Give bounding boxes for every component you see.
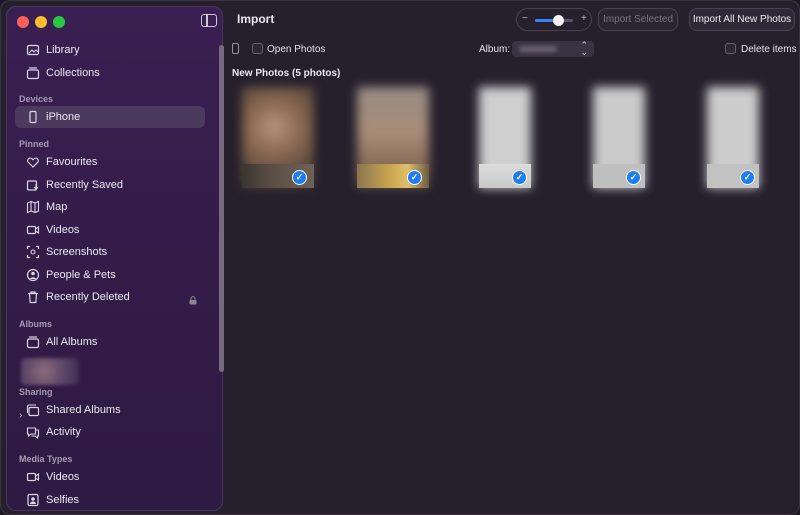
sidebar-item-iphone[interactable]: iPhone: [15, 106, 205, 128]
sidebar-item-label: Recently Saved: [46, 179, 124, 191]
section-header-albums: Albums: [19, 319, 53, 329]
photo-thumbnail[interactable]: ✓: [242, 87, 314, 188]
page-title: Import: [237, 12, 275, 26]
zoom-window-button[interactable]: [53, 16, 65, 28]
sidebar-item-label: Videos: [46, 471, 80, 483]
section-header-pinned: Pinned: [19, 139, 50, 149]
album-select[interactable]: ⌃ ⌄: [512, 41, 594, 57]
album-select-value: [519, 46, 557, 52]
open-photos-label: Open Photos: [267, 44, 326, 55]
section-header-sharing: Sharing: [19, 387, 53, 397]
sidebar-item-library[interactable]: Library: [15, 39, 205, 61]
map-icon: [26, 200, 40, 214]
screenshot-icon: [26, 245, 40, 259]
video-icon: [26, 470, 40, 484]
device-icon: [232, 43, 239, 54]
delete-items-checkbox[interactable]: [725, 43, 736, 54]
sidebar-item-label: Favourites: [46, 156, 98, 168]
import-window: Library Collections Devices iPhone Pinne…: [0, 0, 800, 515]
sidebar-item-label: Library: [46, 44, 80, 56]
photo-library-icon: [26, 43, 40, 57]
sidebar-item-selfies[interactable]: Selfies: [15, 489, 205, 511]
photo-thumbnail[interactable]: ✓: [593, 87, 645, 188]
video-icon: [26, 223, 40, 237]
section-header-devices: Devices: [19, 94, 54, 104]
photo-thumbnail[interactable]: ✓: [707, 87, 759, 188]
sidebar-item-label: Videos: [46, 224, 80, 236]
photo-thumbnail[interactable]: ✓: [357, 87, 429, 188]
zoom-out-icon[interactable]: −: [522, 13, 528, 24]
zoom-in-icon[interactable]: +: [581, 13, 587, 24]
slider-track[interactable]: [535, 15, 573, 26]
recently-saved-icon: [26, 178, 40, 192]
minimize-window-button[interactable]: [35, 16, 47, 28]
import-selected-button[interactable]: Import Selected: [598, 8, 678, 31]
chevron-up-down-icon: ⌃ ⌄: [580, 40, 588, 57]
blurred-album-item[interactable]: [21, 358, 79, 385]
sidebar-item-videos[interactable]: Videos: [15, 219, 205, 241]
sidebar-item-collections[interactable]: Collections: [15, 62, 205, 84]
sidebar-item-shared-albums[interactable]: Shared Albums: [15, 399, 205, 421]
person-icon: [26, 268, 40, 282]
sidebar-item-label: Shared Albums: [46, 404, 121, 416]
thumbnail-size-slider[interactable]: − +: [516, 8, 592, 31]
sidebar-toggle-icon[interactable]: [201, 14, 217, 27]
albums-icon: [26, 335, 40, 349]
sidebar-item-recently-deleted[interactable]: Recently Deleted: [15, 286, 205, 308]
sidebar-item-label: Recently Deleted: [46, 291, 130, 303]
activity-icon: [26, 425, 40, 439]
heart-icon: [26, 155, 40, 169]
sidebar-item-media-videos[interactable]: Videos: [15, 466, 205, 488]
sidebar-scrollbar[interactable]: [219, 45, 224, 372]
sidebar: Library Collections Devices iPhone Pinne…: [6, 6, 224, 511]
lock-icon: [189, 296, 197, 305]
shared-albums-icon: [26, 403, 40, 417]
selected-checkmark-icon[interactable]: ✓: [407, 170, 422, 185]
sidebar-item-label: Screenshots: [46, 246, 108, 258]
sidebar-item-label: People & Pets: [46, 269, 116, 281]
sidebar-item-recently-saved[interactable]: Recently Saved: [15, 174, 205, 196]
selected-checkmark-icon[interactable]: ✓: [740, 170, 755, 185]
selected-checkmark-icon[interactable]: ✓: [512, 170, 527, 185]
sidebar-item-people-pets[interactable]: People & Pets: [15, 264, 205, 286]
sidebar-item-favourites[interactable]: Favourites: [15, 151, 205, 173]
album-label: Album:: [479, 44, 511, 55]
slider-knob[interactable]: [552, 15, 564, 26]
sidebar-item-map[interactable]: Map: [15, 196, 205, 218]
section-header-media-types: Media Types: [19, 454, 73, 464]
sidebar-item-all-albums[interactable]: All Albums: [15, 331, 205, 353]
sidebar-item-label: iPhone: [46, 111, 81, 123]
collections-icon: [26, 66, 40, 80]
trash-icon: [26, 290, 40, 304]
selected-checkmark-icon[interactable]: ✓: [626, 170, 641, 185]
import-all-new-photos-button[interactable]: Import All New Photos: [689, 8, 795, 31]
photo-thumbnail[interactable]: ✓: [479, 87, 531, 188]
sidebar-item-label: Activity: [46, 426, 81, 438]
sidebar-item-label: Map: [46, 201, 68, 213]
sidebar-item-label: Collections: [46, 67, 100, 79]
selfie-icon: [26, 493, 40, 507]
sidebar-item-activity[interactable]: Activity: [15, 421, 205, 443]
selected-checkmark-icon[interactable]: ✓: [292, 170, 307, 185]
iphone-icon: [26, 110, 40, 124]
new-photos-heading: New Photos (5 photos): [232, 68, 341, 79]
sidebar-item-screenshots[interactable]: Screenshots: [15, 241, 205, 263]
delete-items-label: Delete items: [741, 44, 797, 55]
sidebar-item-label: All Albums: [46, 336, 98, 348]
sidebar-item-label: Selfies: [46, 494, 80, 506]
open-photos-checkbox[interactable]: [252, 43, 263, 54]
close-window-button[interactable]: [17, 16, 29, 28]
